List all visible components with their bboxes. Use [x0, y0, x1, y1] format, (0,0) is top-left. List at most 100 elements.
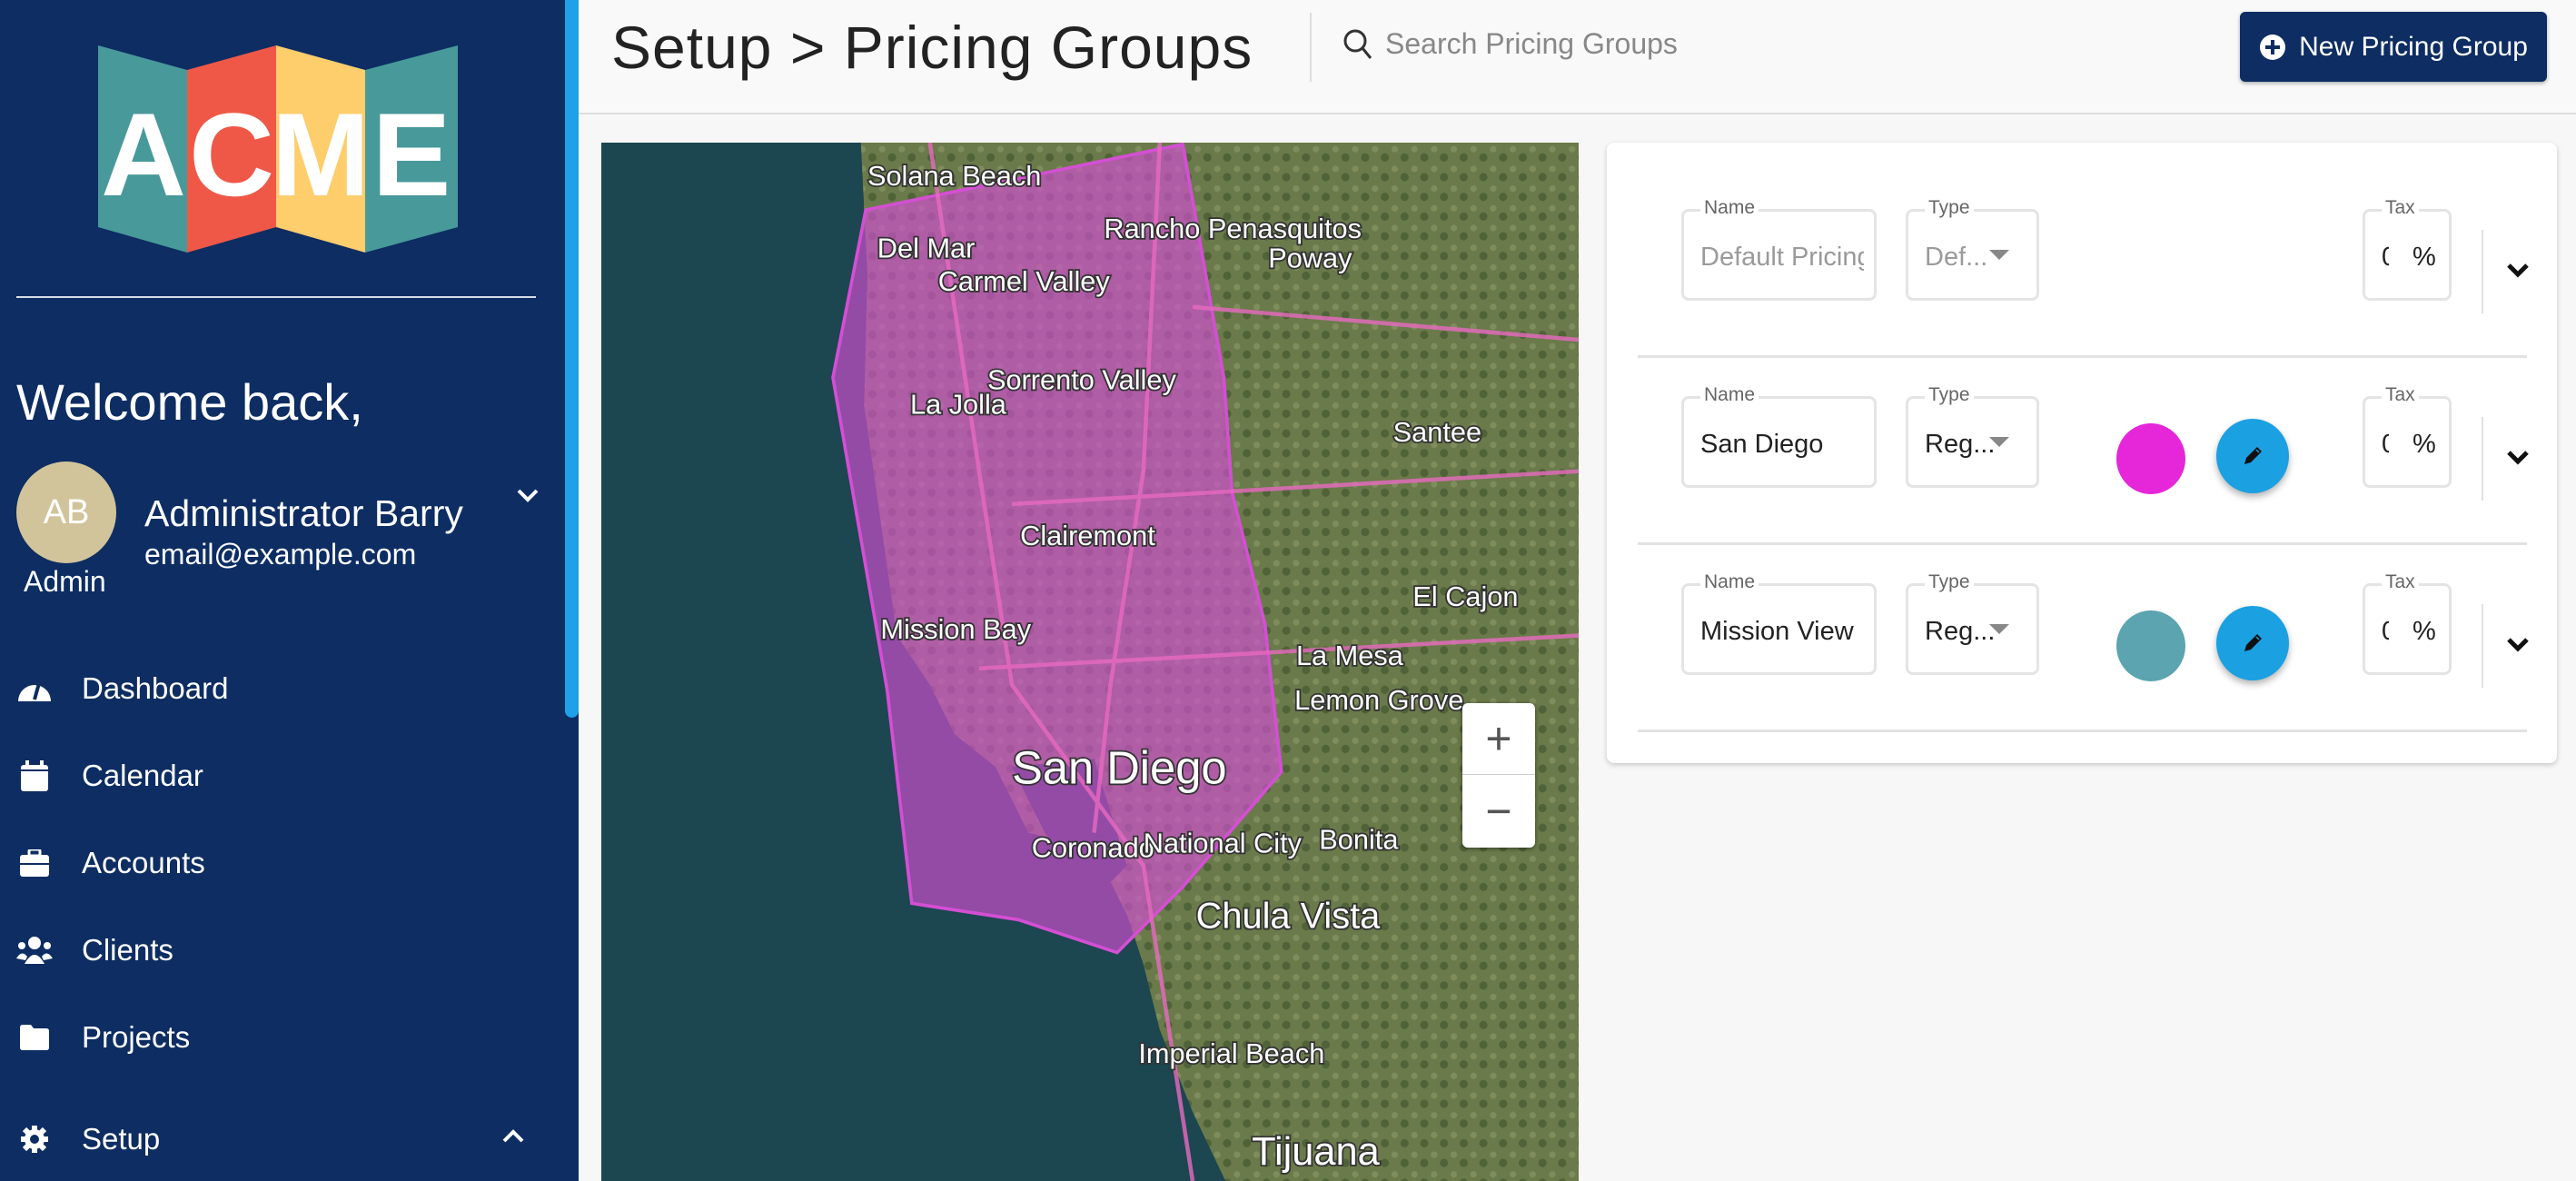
svg-text:Lemon Grove: Lemon Grove [1294, 684, 1463, 716]
svg-text:Imperial Beach: Imperial Beach [1138, 1037, 1324, 1069]
zoom-out-button[interactable]: − [1462, 775, 1535, 847]
type-select[interactable]: Type Reg... [1906, 571, 2039, 675]
search-placeholder: Search Pricing Groups [1385, 27, 1678, 60]
user-role: Admin [24, 565, 106, 598]
search-input[interactable]: Search Pricing Groups [1342, 27, 1678, 61]
new-pricing-group-button[interactable]: New Pricing Group [2240, 12, 2547, 82]
pencil-icon [2244, 447, 2262, 464]
name-value: Default Pricing [1700, 243, 1864, 272]
sidebar-item-label: Setup [82, 1122, 161, 1156]
name-label: Name [1700, 197, 1759, 219]
new-pricing-group-label: New Pricing Group [2299, 31, 2528, 62]
pricing-group-row: Name Mission View Type Reg... Tax 0 % [1638, 545, 2530, 732]
sidebar-item-label: Projects [82, 1020, 191, 1054]
sidebar: ACME Welcome back, AB Admin Administrato… [0, 0, 579, 1181]
sidebar-divider [16, 296, 536, 298]
svg-text:San Diego: San Diego [1012, 741, 1226, 793]
page-title: Setup > Pricing Groups [611, 14, 1253, 81]
pricing-groups-card: Name Default Pricing Type Def... Tax 0 %… [1607, 143, 2557, 763]
edit-region-button[interactable] [2216, 606, 2289, 680]
user-email: email@example.com [144, 538, 417, 571]
sidebar-item-label: Dashboard [82, 671, 229, 705]
pencil-icon [2244, 634, 2262, 651]
header-divider [1310, 13, 1312, 82]
sidebar-item-clients[interactable]: Clients [0, 914, 563, 987]
tax-value: 0 [2382, 243, 2389, 273]
svg-text:E: E [372, 88, 451, 221]
scrollbar-thumb[interactable] [565, 0, 579, 718]
pricing-group-row: Name San Diego Type Reg... Tax 0 % [1638, 358, 2530, 545]
tax-label: Tax [2382, 384, 2419, 406]
svg-text:Del Mar: Del Mar [877, 233, 976, 264]
gear-icon [15, 1121, 54, 1157]
type-value: Def... [1925, 243, 1988, 272]
name-field[interactable]: Name San Diego [1681, 384, 1877, 488]
expand-chevron-icon[interactable] [2506, 260, 2530, 284]
pricing-group-row: Name Default Pricing Type Def... Tax 0 % [1638, 171, 2530, 358]
name-field[interactable]: Name Mission View [1681, 571, 1877, 675]
type-label: Type [1925, 384, 1974, 406]
type-select[interactable]: Type Reg... [1906, 384, 2039, 488]
dropdown-caret-icon [1989, 250, 2009, 260]
dropdown-caret-icon [1989, 437, 2009, 447]
avatar[interactable]: AB [16, 461, 116, 563]
svg-text:Carmel Valley: Carmel Valley [938, 265, 1111, 297]
svg-text:M: M [272, 88, 370, 221]
briefcase-icon [15, 845, 54, 881]
users-icon [15, 932, 54, 968]
sidebar-item-calendar[interactable]: Calendar [0, 739, 563, 812]
tax-unit: % [2413, 430, 2436, 459]
sidebar-item-accounts[interactable]: Accounts [0, 827, 563, 899]
zoom-in-button[interactable]: + [1462, 703, 1535, 775]
tax-field[interactable]: Tax 0 % [2363, 571, 2452, 675]
type-label: Type [1925, 571, 1974, 593]
svg-text:Clairemont: Clairemont [1020, 520, 1155, 551]
svg-text:La Jolla: La Jolla [910, 388, 1007, 420]
chevron-up-icon[interactable] [500, 1123, 527, 1150]
sidebar-item-label: Accounts [82, 846, 205, 879]
chevron-down-icon[interactable] [514, 481, 541, 509]
tax-unit: % [2413, 617, 2436, 646]
svg-text:Solana Beach: Solana Beach [867, 160, 1041, 192]
tax-label: Tax [2382, 571, 2419, 593]
folder-icon [15, 1019, 54, 1056]
sidebar-scrollbar[interactable] [565, 0, 579, 1181]
type-label: Type [1925, 197, 1974, 219]
acme-logo: A CM E [98, 45, 458, 253]
row-divider [2482, 604, 2483, 688]
svg-text:Poway: Poway [1268, 242, 1352, 273]
user-name: Administrator Barry [144, 492, 463, 534]
map[interactable]: Solana Beach Del Mar Carmel Valley Poway… [601, 143, 1579, 1181]
svg-text:Santee: Santee [1393, 416, 1481, 448]
svg-text:El Cajon: El Cajon [1412, 581, 1518, 612]
tax-field[interactable]: Tax 0 % [2363, 384, 2452, 488]
svg-text:A: A [101, 88, 186, 221]
expand-chevron-icon[interactable] [2506, 447, 2530, 471]
svg-text:Chula Vista: Chula Vista [1196, 896, 1382, 936]
svg-text:Rancho Penasquitos: Rancho Penasquitos [1104, 213, 1362, 244]
expand-chevron-icon[interactable] [2506, 634, 2530, 659]
dropdown-caret-icon [1989, 624, 2009, 634]
welcome-text: Welcome back, [16, 373, 363, 431]
edit-region-button[interactable] [2216, 419, 2289, 493]
name-value: Mission View [1700, 617, 1854, 646]
svg-text:Tijuana: Tijuana [1252, 1130, 1381, 1174]
sidebar-item-dashboard[interactable]: Dashboard [0, 652, 563, 725]
type-select: Type Def... [1906, 197, 2039, 301]
sidebar-item-projects[interactable]: Projects [0, 1001, 563, 1074]
svg-text:National City: National City [1144, 827, 1303, 858]
tax-value: 0 [2382, 617, 2389, 647]
svg-text:Bonita: Bonita [1319, 824, 1399, 856]
type-value: Reg... [1925, 617, 1996, 646]
map-zoom-control: + − [1462, 703, 1535, 848]
svg-text:Mission Bay: Mission Bay [880, 613, 1031, 645]
sidebar-item-setup[interactable]: Setup [0, 1103, 563, 1176]
name-value: San Diego [1700, 430, 1824, 459]
color-swatch[interactable] [2116, 610, 2185, 681]
sidebar-item-label: Calendar [82, 759, 203, 792]
color-swatch[interactable] [2116, 423, 2185, 494]
tax-field[interactable]: Tax 0 % [2363, 197, 2452, 301]
svg-text:Sorrento Valley: Sorrento Valley [987, 363, 1176, 395]
svg-text:La Mesa: La Mesa [1296, 640, 1404, 671]
plus-circle-icon [2260, 34, 2286, 60]
